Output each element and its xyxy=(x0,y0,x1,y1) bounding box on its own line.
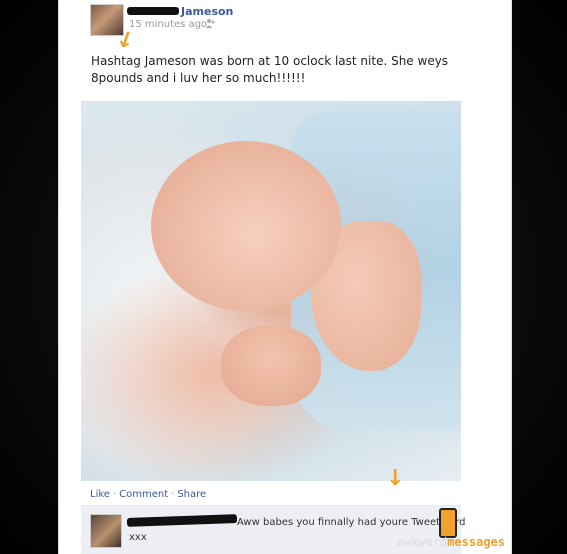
photo-hands xyxy=(221,326,321,406)
watermark-part2: messages xyxy=(447,535,505,549)
comment-text-continued: xxx xyxy=(129,532,147,543)
post-message: Hashtag Jameson was born at 10 oclock la… xyxy=(91,54,449,85)
photo-baby-head xyxy=(151,141,341,311)
post-timestamp[interactable]: 15 minutes ago xyxy=(129,19,207,30)
separator: · xyxy=(171,489,175,500)
like-link[interactable]: Like xyxy=(90,489,110,500)
author-name[interactable]: Jameson xyxy=(181,5,233,18)
watermark: awkwardmessages xyxy=(397,535,505,549)
post-photo-newborn[interactable] xyxy=(81,101,461,481)
facebook-post: Jameson 15 minutes ago ↙ Hashtag Jameson… xyxy=(58,0,512,554)
comment-link[interactable]: Comment xyxy=(119,489,168,500)
commenter-avatar[interactable] xyxy=(90,514,122,548)
friends-icon xyxy=(205,18,216,29)
annotation-arrow-icon: ↓ xyxy=(386,466,405,491)
separator: · xyxy=(112,489,117,500)
phone-icon xyxy=(439,508,457,538)
share-link[interactable]: Share xyxy=(177,489,206,500)
watermark-part1: awkward xyxy=(396,535,448,549)
redaction-mark xyxy=(127,7,179,15)
redaction-mark xyxy=(126,514,238,527)
post-actions: Like · Comment · Share xyxy=(90,489,206,500)
comment-text: Aww babes you finnally had youre Tweetyb… xyxy=(237,517,466,528)
